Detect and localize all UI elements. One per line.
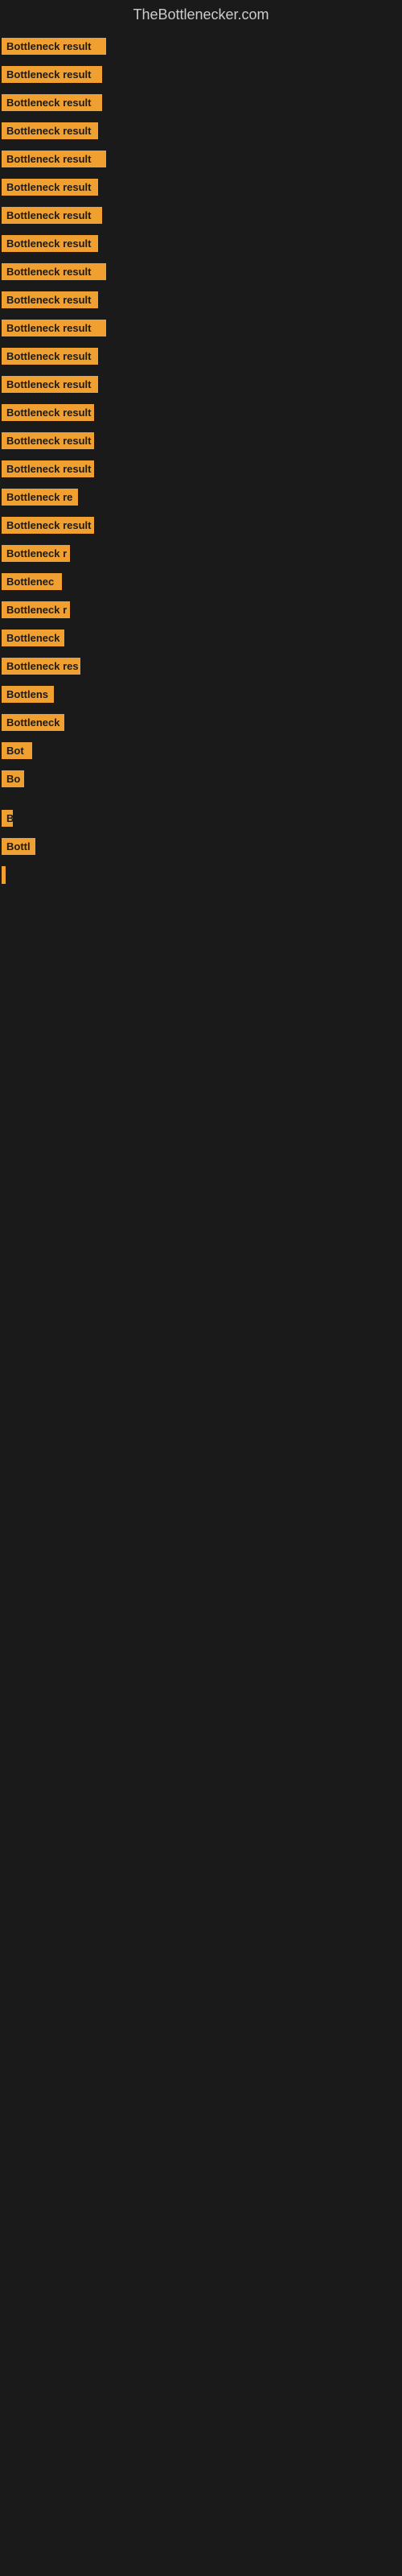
bar-row-12: Bottleneck result bbox=[0, 368, 402, 396]
bar-label-14: Bottleneck result bbox=[2, 432, 94, 449]
bar-row-17: Bottleneck result bbox=[0, 509, 402, 537]
bar-row-16: Bottleneck re bbox=[0, 481, 402, 509]
bar-label-1: Bottleneck result bbox=[2, 66, 102, 83]
bar-label-23: Bottlens bbox=[2, 686, 54, 703]
bar-row-29: Bottl bbox=[0, 830, 402, 858]
bar-label-26: Bo bbox=[2, 770, 24, 787]
bar-row-4: Bottleneck result bbox=[0, 142, 402, 171]
bar-label-6: Bottleneck result bbox=[2, 207, 102, 224]
site-title-bar: TheBottlenecker.com bbox=[0, 0, 402, 30]
bar-row-10: Bottleneck result bbox=[0, 312, 402, 340]
bar-label-16: Bottleneck re bbox=[2, 489, 78, 506]
bar-label-9: Bottleneck result bbox=[2, 291, 98, 308]
site-title: TheBottlenecker.com bbox=[0, 0, 402, 30]
bar-row-20: Bottleneck r bbox=[0, 593, 402, 621]
bar-row-22: Bottleneck res bbox=[0, 650, 402, 678]
bar-row-11: Bottleneck result bbox=[0, 340, 402, 368]
bar-label-7: Bottleneck result bbox=[2, 235, 98, 252]
bar-extension-30 bbox=[2, 866, 6, 884]
bar-label-20: Bottleneck r bbox=[2, 601, 70, 618]
bar-label-8: Bottleneck result bbox=[2, 263, 106, 280]
bar-label-29: Bottl bbox=[2, 838, 35, 855]
bar-row-2: Bottleneck result bbox=[0, 86, 402, 114]
bar-label-28: B bbox=[2, 810, 13, 827]
bar-row-30 bbox=[0, 858, 402, 887]
bar-row-19: Bottlenec bbox=[0, 565, 402, 593]
bar-row-3: Bottleneck result bbox=[0, 114, 402, 142]
bar-label-24: Bottleneck bbox=[2, 714, 64, 731]
bar-row-9: Bottleneck result bbox=[0, 283, 402, 312]
bar-row-13: Bottleneck result bbox=[0, 396, 402, 424]
bar-row-14: Bottleneck result bbox=[0, 424, 402, 452]
bar-label-19: Bottlenec bbox=[2, 573, 62, 590]
bar-label-4: Bottleneck result bbox=[2, 151, 106, 167]
bar-label-5: Bottleneck result bbox=[2, 179, 98, 196]
bar-label-0: Bottleneck result bbox=[2, 38, 106, 55]
bar-label-11: Bottleneck result bbox=[2, 348, 98, 365]
bar-label-21: Bottleneck bbox=[2, 630, 64, 646]
bar-row-27 bbox=[0, 791, 402, 802]
bar-label-15: Bottleneck result bbox=[2, 460, 94, 477]
bar-row-26: Bo bbox=[0, 762, 402, 791]
bar-row-8: Bottleneck result bbox=[0, 255, 402, 283]
bar-label-10: Bottleneck result bbox=[2, 320, 106, 336]
bar-label-25: Bot bbox=[2, 742, 32, 759]
bar-row-25: Bot bbox=[0, 734, 402, 762]
bar-label-3: Bottleneck result bbox=[2, 122, 98, 139]
bar-row-28: B bbox=[0, 802, 402, 830]
bar-row-15: Bottleneck result bbox=[0, 452, 402, 481]
bar-row-0: Bottleneck result bbox=[0, 30, 402, 58]
bar-label-13: Bottleneck result bbox=[2, 404, 94, 421]
bar-label-17: Bottleneck result bbox=[2, 517, 94, 534]
bar-row-7: Bottleneck result bbox=[0, 227, 402, 255]
bar-label-22: Bottleneck res bbox=[2, 658, 80, 675]
bar-row-1: Bottleneck result bbox=[0, 58, 402, 86]
bar-row-6: Bottleneck result bbox=[0, 199, 402, 227]
bars-container: Bottleneck result Bottleneck result Bottle… bbox=[0, 30, 402, 887]
bar-row-24: Bottleneck bbox=[0, 706, 402, 734]
bar-row-23: Bottlens bbox=[0, 678, 402, 706]
bar-label-2: Bottleneck result bbox=[2, 94, 102, 111]
bar-label-18: Bottleneck r bbox=[2, 545, 70, 562]
bar-row-21: Bottleneck bbox=[0, 621, 402, 650]
bar-row-18: Bottleneck r bbox=[0, 537, 402, 565]
bar-row-5: Bottleneck result bbox=[0, 171, 402, 199]
bar-label-12: Bottleneck result bbox=[2, 376, 98, 393]
